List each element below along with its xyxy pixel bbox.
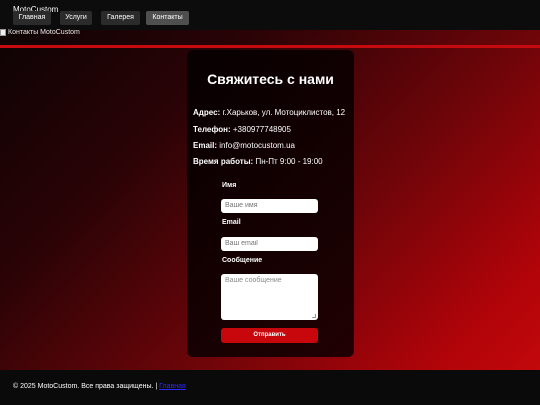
- submit-button[interactable]: Отправить: [221, 328, 318, 343]
- nav-services-button[interactable]: Услуги: [60, 11, 92, 25]
- footer-text: © 2025 MotoCustom. Все права защищены. |…: [13, 383, 186, 390]
- address-value: г.Харьков, ул. Мотоциклистов, 12: [222, 108, 346, 117]
- message-placeholder: Ваше сообщение: [225, 277, 282, 284]
- contact-phone: Телефон: +380977748905: [193, 125, 291, 134]
- email-field-label: Email: [222, 219, 241, 226]
- contact-card: Свяжитесь с нами Адрес: г.Харьков, ул. М…: [187, 50, 354, 357]
- contact-address: Адрес: г.Харьков, ул. Мотоциклистов, 12: [193, 108, 345, 117]
- phone-value: +380977748905: [232, 125, 291, 134]
- email-label: Email:: [193, 141, 218, 150]
- hero-image-broken: Контакты MotoCustom: [0, 29, 540, 48]
- footer-copyright: © 2025 MotoCustom. Все права защищены. |: [13, 383, 158, 390]
- hours-value: Пн-Пт 9:00 - 19:00: [255, 157, 323, 166]
- address-label: Адрес:: [193, 108, 221, 117]
- contact-email: Email: info@motocustom.ua: [193, 141, 295, 150]
- footer-home-link[interactable]: Главная: [159, 383, 186, 390]
- name-input[interactable]: [221, 199, 318, 213]
- hero-image-alt: Контакты MotoCustom: [0, 29, 80, 36]
- top-navigation-bar: MotoCustom Главная Услуги Галерея Контак…: [0, 0, 540, 30]
- contact-hours: Время работы: Пн-Пт 9:00 - 19:00: [193, 157, 323, 166]
- hours-label: Время работы:: [193, 157, 254, 166]
- name-field-label: Имя: [222, 182, 237, 189]
- nav-gallery-button[interactable]: Галерея: [101, 11, 140, 25]
- contact-title: Свяжитесь с нами: [207, 71, 334, 87]
- nav-home-button[interactable]: Главная: [13, 11, 51, 25]
- phone-label: Телефон:: [193, 125, 231, 134]
- message-textarea[interactable]: Ваше сообщение: [221, 274, 318, 320]
- page-footer: © 2025 MotoCustom. Все права защищены. |…: [0, 370, 540, 405]
- message-field-label: Сообщение: [222, 257, 263, 264]
- hero-image-alt-text: Контакты MotoCustom: [8, 29, 80, 36]
- broken-image-icon: [0, 29, 6, 36]
- nav-contacts-button[interactable]: Контакты: [146, 11, 189, 25]
- resize-handle-icon[interactable]: [312, 314, 316, 318]
- email-value: info@motocustom.ua: [219, 141, 295, 150]
- email-input[interactable]: [221, 237, 318, 251]
